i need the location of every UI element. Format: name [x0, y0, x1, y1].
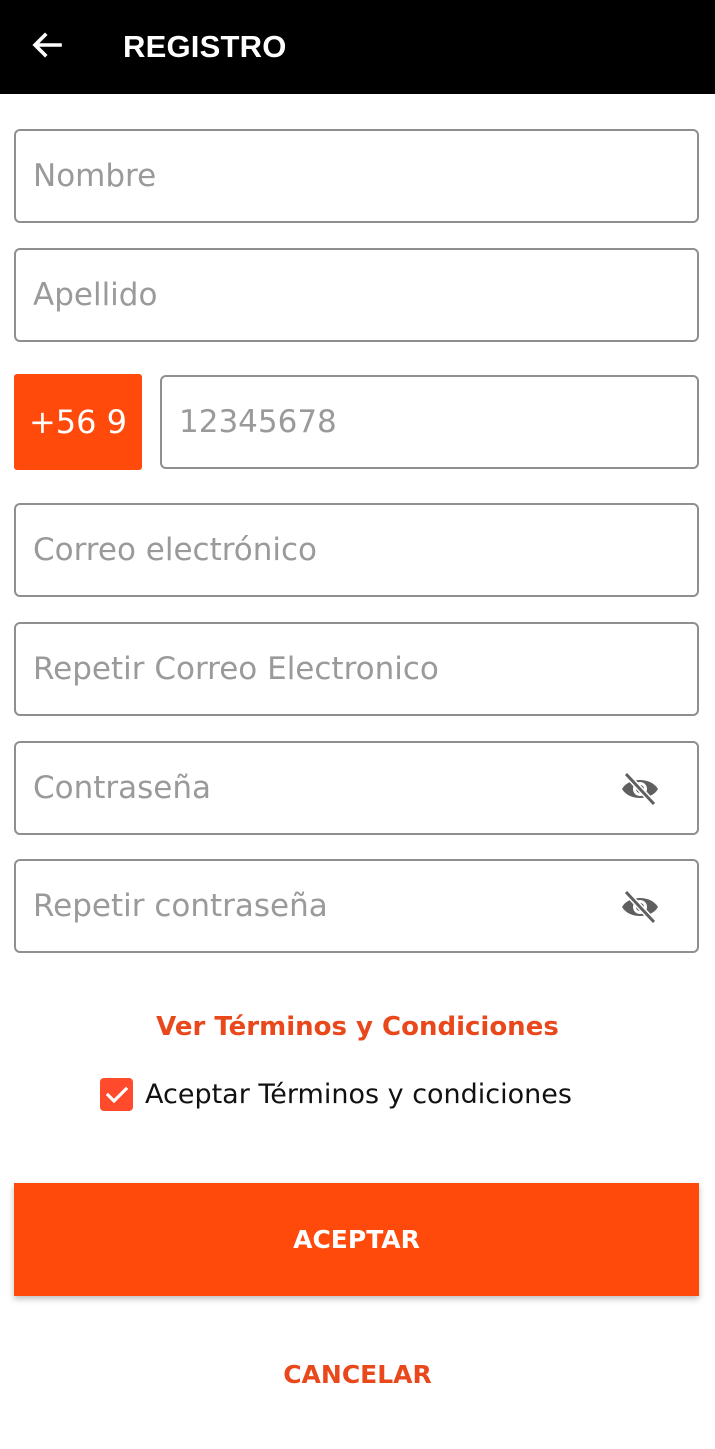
last-name-field[interactable]: [14, 248, 699, 342]
password-input[interactable]: [16, 743, 697, 833]
repeat-password-field[interactable]: [14, 859, 699, 953]
email-field[interactable]: [14, 503, 699, 597]
back-button[interactable]: [26, 24, 68, 66]
accept-terms-row[interactable]: Aceptar Términos y condiciones: [100, 1078, 572, 1111]
accept-terms-checkbox[interactable]: [100, 1078, 133, 1111]
cancel-button[interactable]: CANCELAR: [0, 1360, 715, 1389]
accept-button[interactable]: ACEPTAR: [14, 1183, 699, 1296]
repeat-password-input[interactable]: [16, 861, 697, 951]
toggle-repeat-password-visibility[interactable]: [620, 889, 660, 925]
password-field[interactable]: [14, 741, 699, 835]
phone-field[interactable]: [160, 375, 699, 469]
phone-prefix-badge: +56 9: [14, 374, 142, 470]
page-title: REGISTRO: [123, 29, 287, 64]
eye-off-icon: [622, 771, 658, 807]
first-name-input[interactable]: [16, 131, 697, 221]
last-name-input[interactable]: [16, 250, 697, 340]
eye-off-icon: [622, 889, 658, 925]
toggle-password-visibility[interactable]: [620, 771, 660, 807]
repeat-email-input[interactable]: [16, 624, 697, 714]
accept-terms-label: Aceptar Términos y condiciones: [145, 1079, 572, 1110]
terms-link[interactable]: Ver Términos y Condiciones: [0, 1012, 715, 1042]
app-bar: REGISTRO: [0, 0, 715, 94]
phone-input[interactable]: [162, 377, 697, 467]
email-input[interactable]: [16, 505, 697, 595]
first-name-field[interactable]: [14, 129, 699, 223]
repeat-email-field[interactable]: [14, 622, 699, 716]
checkmark-icon: [105, 1086, 128, 1103]
arrow-left-icon: [32, 32, 62, 58]
